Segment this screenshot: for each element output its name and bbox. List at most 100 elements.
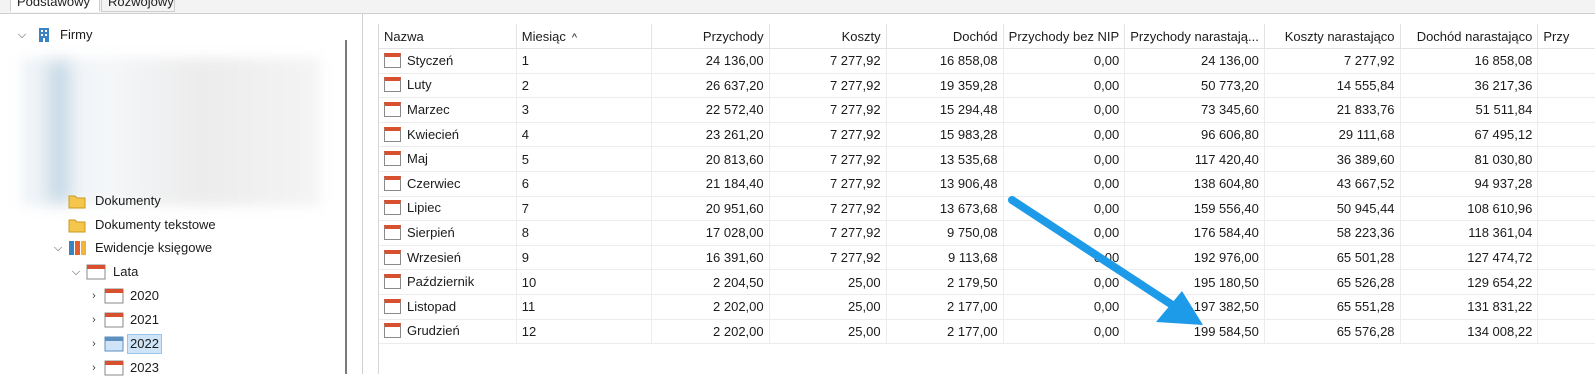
table-row[interactable]: Luty 2 26 637,20 7 277,92 19 359,28 0,00 50 77… [379, 73, 1595, 99]
tab-rozwojowy[interactable]: Rozwojowy [101, 0, 175, 12]
cell-value: 22 572,40 [705, 102, 764, 118]
cell-value: 20 951,60 [705, 200, 764, 216]
cell-value: 134 008,22 [1467, 323, 1533, 339]
column-header-7[interactable]: Koszty narastająco [1264, 24, 1401, 49]
table-row[interactable]: Czerwiec 6 21 184,40 7 277,92 13 906,48 0,00 1… [379, 171, 1595, 197]
column-header-label: Dochód narastająco [1416, 28, 1533, 44]
calendar-icon [104, 336, 124, 352]
chevron-down-icon[interactable]: ⌵ [70, 261, 82, 283]
chevron-right-icon[interactable]: › [88, 285, 100, 307]
table-cell: 23 261,20 [651, 122, 770, 148]
chevron-down-icon[interactable]: ⌵ [52, 237, 64, 259]
table-cell: 11 [516, 294, 652, 320]
cell-value: 8 [521, 225, 530, 241]
tree-label: Dokumenty [95, 193, 161, 208]
cell-value: 15 294,48 [939, 102, 998, 118]
column-header-5[interactable]: Przychody bez NIP [1003, 24, 1126, 49]
tree-node-dokumenty-tekstowe[interactable]: Dokumenty tekstowe [68, 214, 328, 236]
cell-value: 2 177,00 [947, 299, 998, 315]
table-cell: 21 184,40 [651, 171, 770, 197]
table-cell: 24 136,00 [1124, 48, 1265, 74]
calendar-icon [86, 264, 106, 280]
column-header-3[interactable]: Koszty [769, 24, 887, 49]
table-cell: 65 551,28 [1264, 294, 1401, 320]
table-row[interactable]: Styczeń 1 24 136,00 7 277,92 16 858,08 0,00 24… [379, 48, 1595, 74]
cell-value: 108 610,96 [1467, 200, 1533, 216]
table-row[interactable]: Październik 10 2 204,50 25,00 2 179,50 0,00 19… [379, 269, 1595, 295]
column-header-8[interactable]: Dochód narastająco [1400, 24, 1539, 49]
cell-value: 2 177,00 [947, 323, 998, 339]
table-cell: 176 584,40 [1124, 220, 1265, 246]
tree-node-2020[interactable]: › 2020 [88, 285, 288, 307]
table-cell: 21 833,76 [1264, 97, 1401, 123]
cell-month-name: Czerwiec [379, 171, 517, 197]
cell-value: 20 813,60 [705, 151, 764, 167]
table-cell: 4 [516, 122, 652, 148]
cell-value: 0,00 [1093, 102, 1120, 118]
ribbon-tab-bar: Podstawowy Rozwojowy [0, 0, 1595, 14]
cell-value: 192 976,00 [1193, 250, 1259, 266]
tree-scrollbar[interactable] [345, 40, 347, 374]
table-cell: 7 277,92 [769, 245, 887, 271]
tree-node-2022[interactable]: › 2022 [88, 333, 288, 355]
cell-value: Styczeń [407, 52, 454, 68]
table-cell: 9 113,68 [886, 245, 1004, 271]
cell-value: 9 113,68 [948, 250, 998, 266]
column-header-4[interactable]: Dochód [886, 24, 1004, 49]
cell-value: 10 [521, 274, 537, 290]
table-row[interactable]: Lipiec 7 20 951,60 7 277,92 13 673,68 0,00 159… [379, 196, 1595, 222]
table-row[interactable]: Maj 5 20 813,60 7 277,92 13 535,68 0,00 117 42… [379, 146, 1595, 172]
tree-node-firmy[interactable]: ⌵ Firmy [16, 24, 316, 46]
table-row[interactable]: Wrzesień 9 16 391,60 7 277,92 9 113,68 0,00 19… [379, 245, 1595, 271]
tree-label: Dokumenty tekstowe [95, 217, 216, 232]
table-cell: 65 526,28 [1264, 269, 1401, 295]
tree-node-ewidencje[interactable]: ⌵ Ewidencje księgowe [52, 237, 332, 259]
column-header-0[interactable]: Nazwa [379, 24, 517, 49]
table-cell: 50 945,44 [1264, 196, 1401, 222]
table-row[interactable]: Listopad 11 2 202,00 25,00 2 177,00 0,00 197 3… [379, 294, 1595, 320]
navigation-tree-panel: ⌵ Firmy Dokumenty Dokumenty tekstowe ⌵ E… [0, 14, 363, 376]
table-cell: 3 [516, 97, 652, 123]
tree-node-2023[interactable]: › 2023 [88, 357, 288, 379]
tree-node-lata[interactable]: ⌵ Lata [70, 261, 330, 283]
column-header-6[interactable]: Przychody narastają... [1124, 24, 1265, 49]
table-cell: 7 277,92 [769, 73, 887, 99]
tree-node-dokumenty[interactable]: Dokumenty [68, 190, 328, 212]
chevron-right-icon[interactable]: › [88, 357, 100, 379]
table-row[interactable]: Kwiecień 4 23 261,20 7 277,92 15 983,28 0,00 9… [379, 122, 1595, 148]
table-row[interactable]: Grudzień 12 2 202,00 25,00 2 177,00 0,00 199 5… [379, 319, 1595, 345]
column-header-2[interactable]: Przychody [651, 24, 770, 49]
cell-value: Lipiec [407, 200, 441, 216]
chevron-down-icon[interactable]: ⌵ [16, 24, 28, 46]
table-cell: 25,00 [769, 319, 887, 345]
table-cell: 16 858,08 [1400, 48, 1539, 74]
column-header-1[interactable]: Miesiąc ^ [516, 24, 652, 49]
column-header-9[interactable]: Przy [1537, 24, 1595, 49]
cell-value: 131 831,22 [1467, 299, 1533, 315]
cell-value: 0,00 [1093, 250, 1120, 266]
chevron-right-icon[interactable]: › [88, 309, 100, 331]
table-row[interactable]: Sierpień 8 17 028,00 7 277,92 9 750,08 0,00 17… [379, 220, 1595, 246]
tab-podstawowy[interactable]: Podstawowy [10, 0, 100, 12]
cell-month-name: Styczeń [379, 48, 517, 74]
cell-value: 50 945,44 [1336, 200, 1395, 216]
tree-node-2021[interactable]: › 2021 [88, 309, 288, 331]
table-header-row: Nazwa Miesiąc ^ Przychody Koszty Dochód Przych… [379, 24, 1595, 49]
chevron-right-icon[interactable]: › [88, 333, 100, 355]
cell-value: 2 [521, 77, 530, 93]
cell-value: 4 [521, 127, 530, 143]
table-cell: 7 277,92 [769, 220, 887, 246]
cell-value: Luty [407, 77, 432, 93]
cell-value: 195 180,50 [1193, 274, 1259, 290]
table-cell: 117 420,40 [1124, 146, 1265, 172]
cell-month-name: Maj [379, 146, 517, 172]
table-cell: 7 277,92 [1264, 48, 1401, 74]
cell-value: 11 [521, 299, 536, 315]
cell-value: 24 136,00 [1200, 53, 1259, 69]
calendar-icon [384, 77, 401, 93]
table-cell: 8 [516, 220, 652, 246]
table-cell: 1 [516, 48, 652, 74]
table-row[interactable]: Marzec 3 22 572,40 7 277,92 15 294,48 0,00 73 … [379, 97, 1595, 123]
cell-value: 14 555,84 [1336, 77, 1395, 93]
table-cell: 138 604,80 [1124, 171, 1265, 197]
